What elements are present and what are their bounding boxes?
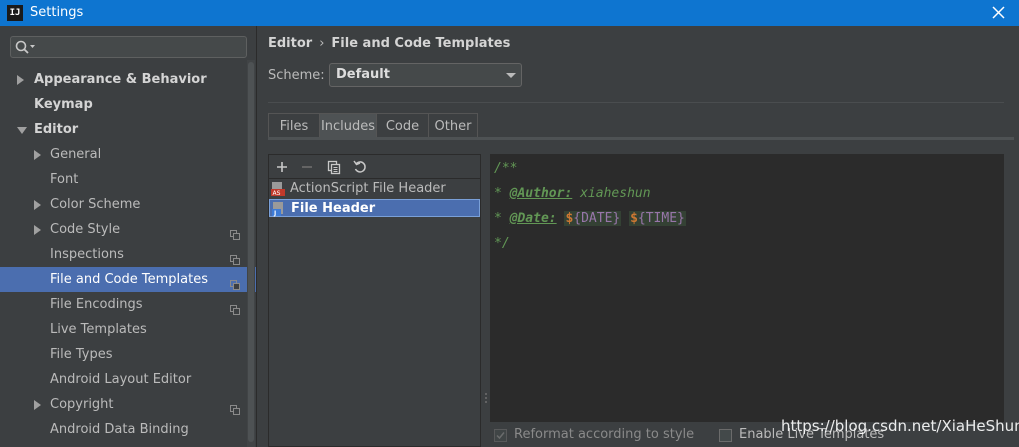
tab-files[interactable]: Files: [268, 113, 320, 138]
svg-text:J: J: [273, 210, 276, 217]
tree-item-label: Color Scheme: [50, 197, 141, 212]
remove-icon[interactable]: [299, 159, 315, 175]
tree-item-label: Android Layout Editor: [50, 372, 192, 387]
project-copy-icon: [230, 224, 240, 240]
java-file-icon: J: [272, 201, 286, 217]
tab-other[interactable]: Other: [428, 113, 478, 138]
chevron-down-icon[interactable]: [17, 127, 27, 134]
scheme-value: Default: [336, 67, 390, 82]
author-tag: @Author:: [509, 186, 573, 201]
tree-item-label: File Types: [50, 347, 113, 362]
svg-text:AS: AS: [273, 190, 281, 197]
tree-item-label: Android Data Binding: [50, 422, 189, 437]
add-icon[interactable]: [274, 159, 290, 175]
tree-item-label: Copyright: [50, 397, 114, 412]
tree-item[interactable]: File Encodings: [0, 292, 256, 317]
comment-star: *: [494, 186, 510, 201]
author-value: xiaheshun: [572, 186, 651, 201]
tree-item-label: Code Style: [50, 222, 121, 237]
time-variable: ${TIME}: [629, 211, 686, 226]
divider: [268, 102, 1004, 103]
tree-item-label: File and Code Templates: [50, 272, 208, 287]
comment-star: *: [494, 211, 510, 226]
watermark: https://blog.csdn.net/XiaHeShun: [781, 417, 1019, 435]
tree-item[interactable]: Android Layout Editor: [0, 367, 256, 392]
time-var-name: TIME: [645, 211, 678, 226]
chevron-right-icon[interactable]: [17, 75, 24, 85]
panel-divider: [256, 26, 257, 447]
window-title: Settings: [30, 5, 84, 20]
reformat-label: Reformat according to style: [514, 427, 695, 442]
tree-item[interactable]: Live Templates: [0, 317, 256, 342]
template-list-item[interactable]: J File Header: [269, 199, 480, 217]
brace-close: }: [612, 211, 621, 226]
breadcrumb-parent[interactable]: Editor: [268, 36, 312, 51]
tree-item-label: Appearance & Behavior: [34, 72, 207, 87]
date-tag: @Date:: [509, 211, 557, 226]
tree-item[interactable]: File Types: [0, 342, 256, 367]
tree-item[interactable]: Keymap: [0, 92, 256, 117]
tree-item-label: File Encodings: [50, 297, 143, 312]
scheme-label: Scheme:: [268, 68, 325, 83]
breadcrumb: Editor › File and Code Templates: [268, 36, 510, 51]
tree-item-label: Font: [50, 172, 79, 187]
code-line-2: * @Author: xiaheshun: [494, 186, 651, 201]
tree-item[interactable]: Inspections: [0, 242, 256, 267]
tree-item[interactable]: Color Scheme: [0, 192, 256, 217]
template-list-item[interactable]: AS ActionScript File Header: [269, 180, 480, 198]
tab-includes[interactable]: Includes: [319, 113, 377, 138]
chevron-right-icon[interactable]: [34, 200, 41, 210]
tree-item[interactable]: Appearance & Behavior: [0, 67, 256, 92]
chevron-right-icon[interactable]: [34, 400, 41, 410]
dollar-sign: $: [630, 211, 638, 226]
brace-close: }: [677, 211, 685, 226]
chevron-down-icon: [506, 73, 516, 78]
tree-item[interactable]: File and Code Templates: [0, 267, 256, 292]
tree-item-label: Live Templates: [50, 322, 147, 337]
date-variable: ${DATE}: [564, 211, 622, 226]
template-label: ActionScript File Header: [290, 181, 446, 196]
search-icon: [14, 39, 38, 55]
copy-icon[interactable]: [326, 159, 342, 175]
tree-item-label: Inspections: [50, 247, 124, 262]
tree-item-label: Editor: [34, 122, 79, 137]
date-var-name: DATE: [581, 211, 613, 226]
tree-item[interactable]: Editor: [0, 117, 256, 142]
tree-item[interactable]: Android Data Binding: [0, 417, 256, 442]
code-line-1: /**: [494, 161, 518, 176]
chevron-right-icon[interactable]: [34, 150, 41, 160]
code-line-3: * @Date: ${DATE} ${TIME}: [494, 211, 686, 226]
search-input[interactable]: [10, 36, 247, 58]
tab-code[interactable]: Code: [376, 113, 429, 138]
brace-open: {: [637, 211, 646, 226]
splitter-handle[interactable]: [484, 392, 488, 406]
reformat-checkbox[interactable]: [494, 429, 507, 442]
project-copy-icon: [230, 299, 240, 315]
breadcrumb-separator: ›: [319, 36, 325, 51]
project-copy-icon: [230, 399, 240, 415]
template-list-toolbar: [269, 155, 480, 179]
tree-item-label: General: [50, 147, 102, 162]
tab-underline: [268, 137, 1014, 140]
tree-item[interactable]: Font: [0, 167, 256, 192]
breadcrumb-current: File and Code Templates: [331, 36, 511, 51]
scheme-dropdown[interactable]: Default: [329, 63, 522, 87]
project-copy-icon: [230, 274, 240, 290]
code-line-4: */: [494, 236, 510, 251]
brace-open: {: [573, 211, 582, 226]
tree-item[interactable]: Copyright: [0, 392, 256, 417]
tree-scrollbar-thumb[interactable]: [248, 62, 254, 442]
tree-item-label: Keymap: [34, 97, 93, 112]
close-icon[interactable]: [985, 0, 1013, 26]
actionscript-file-icon: AS: [271, 181, 285, 197]
app-icon: IJ: [7, 5, 23, 21]
chevron-right-icon[interactable]: [34, 225, 41, 235]
tree-item[interactable]: General: [0, 142, 256, 167]
live-templates-checkbox[interactable]: [719, 429, 732, 442]
template-label: File Header: [291, 201, 376, 216]
reset-icon[interactable]: [352, 159, 368, 175]
project-copy-icon: [230, 249, 240, 265]
title-bar: IJ Settings: [0, 0, 1019, 26]
tree-item[interactable]: Code Style: [0, 217, 256, 242]
